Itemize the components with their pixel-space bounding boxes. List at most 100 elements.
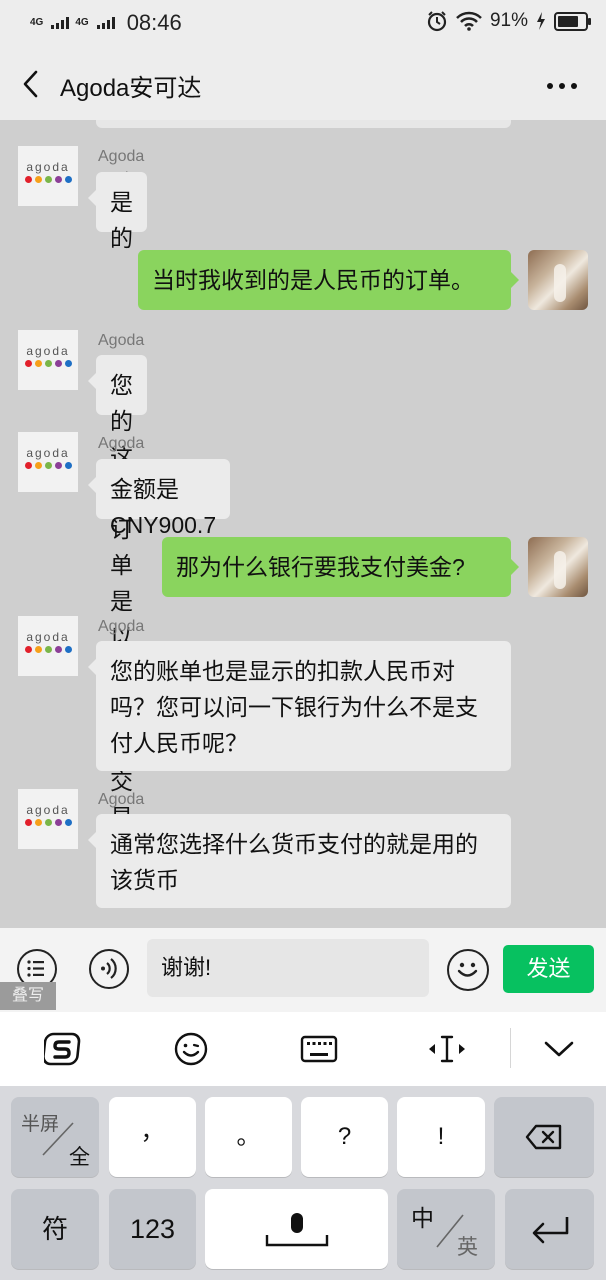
chat-title: Agoda安可达 xyxy=(60,75,202,102)
agoda-logo-text: agoda xyxy=(26,446,70,460)
logo-dot xyxy=(25,646,32,653)
message-bubble[interactable]: 金额是 CNY900.7 xyxy=(87,459,231,538)
agoda-logo-dots xyxy=(25,176,72,183)
back-button[interactable] xyxy=(18,66,50,102)
cursor-move-button[interactable] xyxy=(425,1032,469,1066)
toolbar-divider xyxy=(510,1028,511,1068)
voice-button[interactable] xyxy=(89,949,129,989)
message-input[interactable]: 谢谢! xyxy=(147,939,429,997)
logo-dot xyxy=(35,462,42,469)
sogou-logo-button[interactable] xyxy=(42,1032,82,1066)
comma-key[interactable]: ， xyxy=(109,1097,196,1177)
agoda-logo-dots xyxy=(25,819,72,826)
network-type-1: 4G xyxy=(30,17,44,28)
logo-dot xyxy=(55,360,62,367)
logo-dot xyxy=(55,462,62,469)
battery-percent: 91% xyxy=(489,10,528,31)
keyboard-toolbar xyxy=(0,1012,606,1086)
voice-wave-icon xyxy=(101,958,117,979)
logo-dot xyxy=(55,819,62,826)
chinese-english-toggle-key[interactable]: 中 英 xyxy=(397,1189,495,1269)
full-width-label: 全 xyxy=(69,1146,90,1169)
sogou-logo-icon xyxy=(42,1032,81,1066)
agoda-avatar[interactable]: agoda xyxy=(18,432,78,492)
logo-dot xyxy=(55,646,62,653)
send-button[interactable]: 发送 xyxy=(503,945,594,993)
message-bubble[interactable]: 那为什么银行要我支付美金? xyxy=(162,537,519,597)
agoda-logo-dots xyxy=(25,360,72,367)
agoda-logo-text: agoda xyxy=(26,630,70,644)
text-cursor-icon xyxy=(429,1035,465,1063)
previous-message-bubble xyxy=(96,120,511,128)
signal-icon-1 xyxy=(51,17,70,29)
logo-dot xyxy=(65,462,72,469)
agoda-logo-text: agoda xyxy=(26,344,70,358)
message-list[interactable]: agoda Agoda - 珊妮 是的 当时我收到的是人民币的订单。 agoda… xyxy=(0,120,606,928)
battery-level xyxy=(558,15,578,27)
user-avatar[interactable] xyxy=(528,250,588,310)
status-bar: 4G 4G 08:46 91% xyxy=(0,0,606,48)
logo-dot xyxy=(55,176,62,183)
network-type-2: 4G xyxy=(75,17,89,28)
logo-dot xyxy=(35,819,42,826)
message-bubble[interactable]: 是的 xyxy=(88,172,147,251)
message-bubble[interactable]: 您的这笔订单是以人民币交易的 xyxy=(88,355,147,866)
agoda-avatar[interactable]: agoda xyxy=(18,616,78,676)
chat-header: Agoda安可达 xyxy=(0,48,606,120)
wifi-icon xyxy=(456,11,482,31)
logo-dot xyxy=(65,819,72,826)
back-arrow-icon xyxy=(23,70,38,98)
stack-write-tag[interactable]: 叠写 xyxy=(0,982,56,1010)
english-label: 英 xyxy=(457,1236,478,1259)
chevron-down-icon xyxy=(544,1041,574,1057)
keyboard-switch-button[interactable] xyxy=(300,1032,338,1066)
logo-dot xyxy=(25,462,32,469)
half-full-width-key[interactable]: 半屏 全 xyxy=(11,1097,99,1177)
list-menu-icon xyxy=(27,960,44,977)
signal-icon-2 xyxy=(96,17,115,29)
numbers-key[interactable]: 123 xyxy=(109,1189,196,1269)
symbols-key[interactable]: 符 xyxy=(11,1189,99,1269)
question-mark-key[interactable]: ? xyxy=(301,1097,388,1177)
logo-dot xyxy=(45,462,52,469)
alarm-icon xyxy=(427,11,447,32)
emoticon-icon xyxy=(174,1032,208,1066)
logo-dot xyxy=(65,360,72,367)
more-dots-icon xyxy=(547,83,577,89)
status-left: 4G 4G 08:46 xyxy=(30,10,182,36)
status-right: 91% xyxy=(426,10,591,32)
enter-key[interactable] xyxy=(505,1189,594,1269)
keyboard: 半屏 全 ， 。 ? ! 符 123 中 英 xyxy=(0,1086,606,1280)
logo-dot xyxy=(25,176,32,183)
period-key[interactable]: 。 xyxy=(205,1097,292,1177)
message-bubble[interactable]: 您的账单也是显示的扣款人民币对吗？您可以问一下银行为什么不是支付人民币呢？ xyxy=(88,641,511,771)
logo-dot xyxy=(45,176,52,183)
enter-arrow-icon xyxy=(532,1217,569,1244)
user-avatar[interactable] xyxy=(528,537,588,597)
more-options-button[interactable] xyxy=(542,72,582,96)
input-bar: 谢谢! 发送 xyxy=(0,928,606,1012)
agoda-logo-text: agoda xyxy=(26,803,70,817)
emoticon-button[interactable] xyxy=(173,1032,209,1066)
agoda-avatar[interactable]: agoda xyxy=(18,146,78,206)
exclamation-key[interactable]: ! xyxy=(397,1097,485,1177)
message-bubble[interactable]: 当时我收到的是人民币的订单。 xyxy=(138,250,519,310)
battery-icon xyxy=(554,11,591,31)
agoda-logo-text: agoda xyxy=(26,160,70,174)
agoda-logo-dots xyxy=(25,646,72,653)
logo-dot xyxy=(65,646,72,653)
charging-icon xyxy=(537,12,545,30)
logo-dot xyxy=(35,646,42,653)
message-bubble[interactable]: 通常您选择什么货币支付的就是用的该货币 xyxy=(88,814,511,908)
keyboard-icon xyxy=(300,1035,338,1063)
backspace-key[interactable] xyxy=(494,1097,594,1177)
logo-dot xyxy=(45,646,52,653)
backspace-icon xyxy=(525,1124,562,1150)
hide-keyboard-button[interactable] xyxy=(541,1032,577,1066)
logo-dot xyxy=(45,819,52,826)
space-voice-key[interactable] xyxy=(205,1189,388,1269)
emoji-button[interactable] xyxy=(447,949,489,991)
agoda-avatar[interactable]: agoda xyxy=(18,330,78,390)
logo-dot xyxy=(65,176,72,183)
agoda-avatar[interactable]: agoda xyxy=(18,789,78,849)
